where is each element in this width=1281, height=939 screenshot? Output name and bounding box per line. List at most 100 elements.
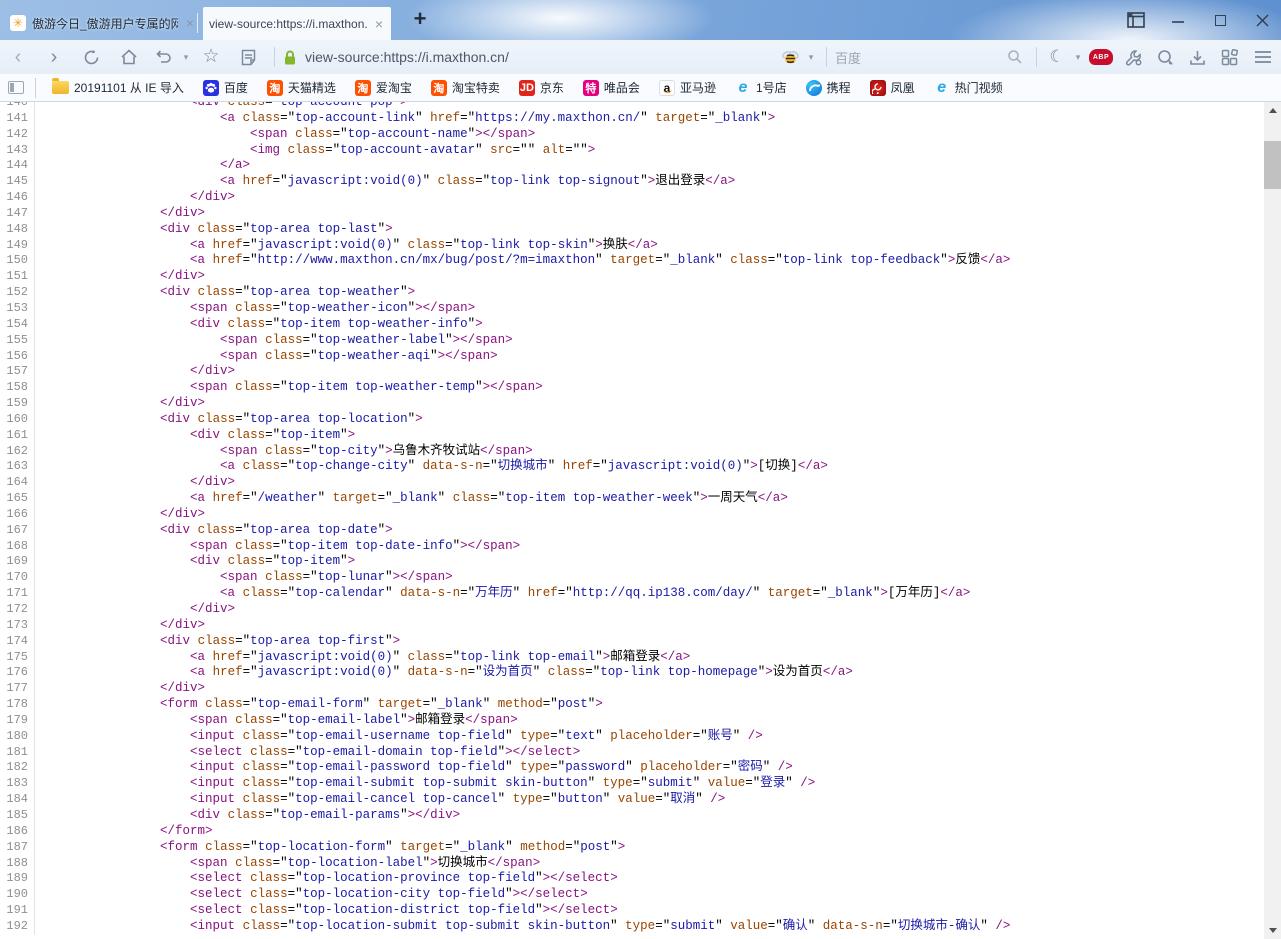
line-code: <a href="javascript:void(0)" class="top-… [35, 650, 690, 666]
source-line: 174 <div class="top-area top-first"> [0, 634, 1281, 650]
view-source-content: 140 <div class="top-account-pop">141 <a … [0, 102, 1281, 939]
undo-dropdown-caret-icon[interactable]: ▾ [180, 43, 192, 71]
search-icon[interactable] [1002, 43, 1028, 71]
search-engine-caret-icon[interactable]: ▾ [804, 43, 818, 71]
line-code: <span class="top-location-label">切换城市</s… [35, 856, 540, 872]
source-line: 159 </div> [0, 396, 1281, 412]
bookmark-item[interactable]: 淘爱淘宝 [350, 77, 417, 98]
bookmark-item[interactable]: 特唯品会 [578, 77, 645, 98]
line-number: 180 [0, 729, 35, 745]
source-code: 140 <div class="top-account-pop">141 <a … [0, 102, 1281, 935]
taobao-favicon: 淘 [355, 80, 371, 96]
bookmark-item[interactable]: e热门视频 [929, 77, 1008, 98]
source-line: 144 </a> [0, 158, 1281, 174]
url-text[interactable]: view-source:https://i.maxthon.cn/ [305, 49, 509, 65]
line-code: <a href="javascript:void(0)" class="top-… [35, 238, 658, 254]
apps-grid-icon[interactable] [1213, 43, 1245, 71]
line-number: 142 [0, 127, 35, 143]
favorites-star-icon[interactable]: ☆ [192, 43, 230, 71]
line-code: <img class="top-account-avatar" src="" a… [35, 143, 595, 159]
line-code: <span class="top-weather-icon"></span> [35, 301, 475, 317]
source-line: 184 <input class="top-email-cancel top-c… [0, 792, 1281, 808]
bookmark-item[interactable]: 20191101 从 IE 导入 [47, 77, 189, 98]
tab-view-source[interactable]: view-source:https://i.maxthon.cn/ × [203, 7, 391, 40]
scrollbar-up-arrow[interactable] [1264, 102, 1281, 119]
undo-closed-tab-icon[interactable] [148, 43, 178, 71]
tab-maxthon-today[interactable]: ✳ 傲游今日_傲游用户专属的网 × [10, 8, 196, 38]
bookmark-item[interactable]: a亚马逊 [654, 77, 721, 98]
home-icon[interactable] [110, 43, 148, 71]
search-input[interactable]: 百度 [835, 48, 1002, 67]
line-number: 190 [0, 887, 35, 903]
line-code: </form> [35, 824, 213, 840]
source-line: 160 <div class="top-area top-location"> [0, 412, 1281, 428]
night-mode-moon-icon[interactable]: ☾ [1045, 43, 1069, 71]
window-controls [1127, 0, 1271, 40]
bookmark-item[interactable]: 凤凰 [865, 77, 920, 98]
source-line: 179 <span class="top-email-label">邮箱登录</… [0, 713, 1281, 729]
scrollbar-thumb[interactable] [1264, 141, 1281, 189]
ctrip-favicon [806, 80, 822, 96]
line-code: </div> [35, 269, 205, 285]
line-number: 188 [0, 856, 35, 872]
line-code: </div> [35, 396, 205, 412]
devtools-wrench-icon[interactable] [1117, 43, 1149, 71]
tab-close-icon[interactable]: × [373, 17, 385, 31]
bookmark-item[interactable]: 携程 [801, 77, 856, 98]
search-engine-bee-icon[interactable] [778, 43, 802, 71]
line-code: <div class="top-area top-last"> [35, 222, 393, 238]
line-code: <div class="top-account-pop"> [35, 102, 408, 111]
source-line: 180 <input class="top-email-username top… [0, 729, 1281, 745]
line-number: 158 [0, 380, 35, 396]
main-menu-icon[interactable] [1245, 43, 1281, 71]
search-separator [826, 47, 827, 67]
minimize-icon[interactable] [1169, 11, 1187, 29]
line-number: 143 [0, 143, 35, 159]
line-number: 162 [0, 444, 35, 460]
forward-icon[interactable]: › [36, 43, 72, 71]
bookmark-item[interactable]: e 1号店 [730, 77, 792, 98]
night-mode-caret-icon[interactable]: ▾ [1071, 43, 1085, 71]
ie-favicon: e [735, 80, 751, 96]
window-close-icon[interactable] [1253, 11, 1271, 29]
source-line: 151 </div> [0, 269, 1281, 285]
navigation-toolbar: ‹ › ▾ ☆ view-source:https://i.maxthon.cn… [0, 40, 1281, 74]
line-number: 150 [0, 253, 35, 269]
bookmark-item[interactable]: JD京东 [514, 77, 569, 98]
new-tab-button[interactable]: + [408, 8, 432, 32]
line-code: <input class="top-email-password top-fie… [35, 760, 793, 776]
line-code: <select class="top-location-province top… [35, 871, 618, 887]
line-code: <input class="top-location-submit top-su… [35, 919, 1010, 935]
scrollbar[interactable] [1264, 102, 1281, 939]
bookmark-item[interactable]: 百度 [198, 77, 253, 98]
address-bar[interactable]: view-source:https://i.maxthon.cn/ [283, 49, 778, 66]
line-number: 186 [0, 824, 35, 840]
source-line: 149 <a href="javascript:void(0)" class="… [0, 238, 1281, 254]
notes-icon[interactable] [230, 43, 266, 71]
bookmark-label: 百度 [224, 79, 248, 96]
bookmark-item[interactable]: 淘淘宝特卖 [426, 77, 505, 98]
maximize-icon[interactable] [1211, 11, 1229, 29]
download-icon[interactable] [1181, 43, 1213, 71]
line-code: <a href="http://www.maxthon.cn/mx/bug/po… [35, 253, 1010, 269]
resource-sniffer-icon[interactable] [1149, 43, 1181, 71]
line-code: <form class="top-email-form" target="_bl… [35, 697, 603, 713]
adblock-plus-icon[interactable]: ABP [1085, 43, 1117, 71]
bookmark-item[interactable]: 淘天猫精选 [262, 77, 341, 98]
back-icon[interactable]: ‹ [0, 43, 36, 71]
line-number: 145 [0, 174, 35, 190]
line-code: <a href="/weather" target="_blank" class… [35, 491, 788, 507]
source-line: 140 <div class="top-account-pop"> [0, 102, 1281, 111]
bookmarks-bar: 20191101 从 IE 导入 百度淘天猫精选淘爱淘宝淘淘宝特卖 JD京东特唯品会… [0, 74, 1281, 102]
https-lock-icon[interactable] [283, 49, 297, 66]
sidebar-toggle-icon[interactable] [8, 81, 24, 94]
line-code: <div class="top-area top-first"> [35, 634, 400, 650]
scrollbar-down-arrow[interactable] [1264, 922, 1281, 939]
line-number: 185 [0, 808, 35, 824]
search-box[interactable]: ▾ 百度 [778, 43, 1028, 71]
tab-close-icon[interactable]: × [184, 16, 196, 30]
source-line: 166 </div> [0, 507, 1281, 523]
boss-key-icon[interactable] [1127, 11, 1145, 29]
bookmark-label: 1号店 [756, 79, 787, 96]
refresh-icon[interactable] [72, 43, 110, 71]
